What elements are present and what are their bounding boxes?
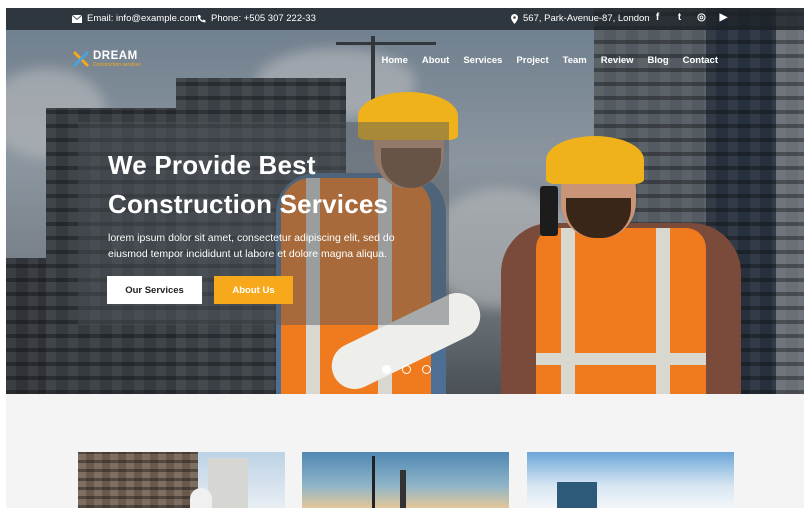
- building-image: [78, 452, 198, 508]
- twitter-icon[interactable]: t: [674, 12, 685, 24]
- slider-dot-2[interactable]: [402, 365, 411, 374]
- worker-helmet: [546, 136, 644, 184]
- vest-stripe: [536, 353, 706, 365]
- hero-description: lorem ipsum dolor sit amet, consectetur …: [108, 232, 395, 260]
- nav-contact[interactable]: Contact: [683, 55, 718, 66]
- tower-silhouette: [400, 470, 406, 508]
- vest-stripe: [656, 228, 670, 394]
- slider-pagination: [382, 365, 431, 374]
- nav-services[interactable]: Services: [463, 55, 502, 66]
- top-info-bar: Email: info@example.com Phone: +505 307 …: [6, 8, 804, 30]
- address-text: 567, Park-Avenue-87, London: [523, 13, 650, 24]
- project-thumbnail-1[interactable]: [78, 452, 285, 508]
- crane-silhouette: [372, 456, 375, 508]
- vest-stripe: [561, 228, 575, 394]
- building-image: [208, 458, 248, 508]
- nav-about[interactable]: About: [422, 55, 449, 66]
- slider-dot-1[interactable]: [382, 365, 391, 374]
- youtube-icon[interactable]: ▶: [718, 12, 729, 24]
- walkie-talkie: [540, 186, 558, 236]
- machinery-image: [557, 482, 597, 508]
- helmet-image: [190, 488, 212, 508]
- nav-project[interactable]: Project: [516, 55, 548, 66]
- slider-dot-3[interactable]: [422, 365, 431, 374]
- email-contact[interactable]: Email: info@example.com: [72, 13, 198, 24]
- main-navigation: Home About Services Project Team Review …: [367, 55, 718, 66]
- logo-mark-icon: [72, 50, 90, 68]
- social-links: f t ◎ ▶: [641, 12, 729, 24]
- envelope-icon: [72, 14, 82, 23]
- site-logo[interactable]: DREAM Construction services: [72, 50, 141, 68]
- email-text: Email: info@example.com: [87, 13, 198, 24]
- nav-team[interactable]: Team: [563, 55, 587, 66]
- project-thumbnail-3[interactable]: [527, 452, 734, 508]
- logo-name: DREAM: [93, 49, 138, 62]
- nav-review[interactable]: Review: [601, 55, 634, 66]
- project-thumbnail-2[interactable]: [302, 452, 509, 508]
- hero-title: We Provide Best Construction Services: [108, 150, 389, 219]
- page-frame: Email: info@example.com Phone: +505 307 …: [6, 8, 804, 508]
- phone-text: Phone: +505 307 222-33: [211, 13, 316, 24]
- instagram-icon[interactable]: ◎: [696, 12, 707, 24]
- logo-tagline: Construction services: [93, 61, 141, 68]
- phone-contact[interactable]: Phone: +505 307 222-33: [197, 13, 316, 24]
- nav-blog[interactable]: Blog: [648, 55, 669, 66]
- map-marker-icon: [511, 13, 518, 24]
- hero-slider: Email: info@example.com Phone: +505 307 …: [6, 8, 804, 394]
- facebook-icon[interactable]: f: [652, 12, 663, 24]
- about-us-button[interactable]: About Us: [214, 276, 293, 304]
- nav-home[interactable]: Home: [381, 55, 407, 66]
- address-info: 567, Park-Avenue-87, London: [511, 13, 650, 24]
- hero-caption-box: We Provide Best Construction Services lo…: [78, 122, 449, 325]
- phone-icon: [197, 15, 206, 23]
- our-services-button[interactable]: Our Services: [107, 276, 202, 304]
